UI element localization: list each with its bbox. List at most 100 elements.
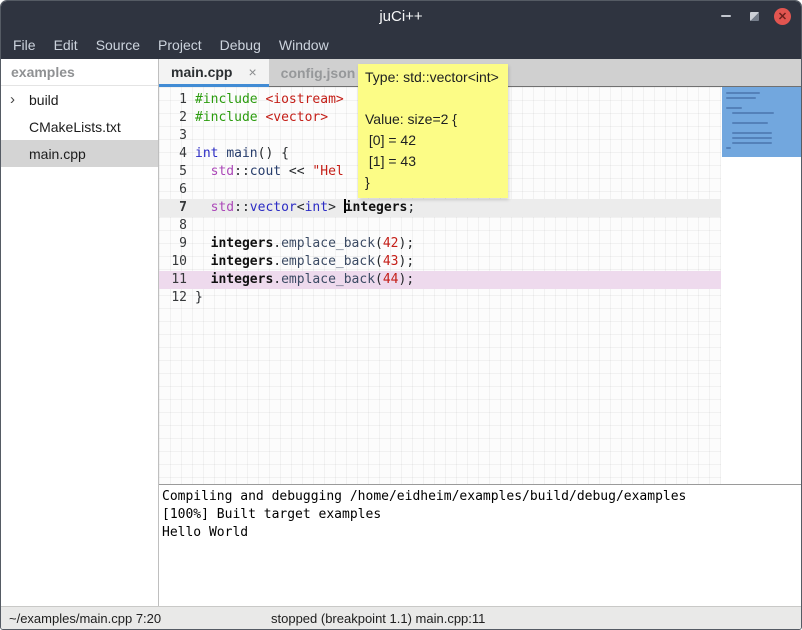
tab-label: config.json (281, 65, 356, 81)
file-tree-panel[interactable]: examples ›buildCMakeLists.txt main.cpp (1, 59, 158, 606)
project-name-header: examples (1, 59, 158, 86)
debug-value-tooltip: Type: std::vector<int> Value: size=2 { [… (358, 64, 508, 198)
tab-main-cpp[interactable]: main.cpp × (159, 59, 269, 87)
code-segment: < (297, 200, 305, 215)
code-segment: int (195, 146, 218, 161)
code-text: #include <iostream> (195, 91, 344, 109)
code-text: std::vector<int> integers; (195, 199, 415, 217)
code-segment: ( (375, 272, 383, 287)
close-icon[interactable]: ✕ (774, 8, 791, 25)
minimap-code-line (732, 137, 772, 139)
code-line-7[interactable]: 7 std::vector<int> integers; (159, 199, 721, 217)
menu-item-source[interactable]: Source (96, 37, 140, 53)
code-text: integers.emplace_back(42); (195, 235, 414, 253)
line-number[interactable]: 1 (159, 91, 187, 109)
code-segment: "Hel (312, 164, 343, 179)
code-segment: integers (211, 254, 274, 269)
console-output-line: [100%] Built target examples (162, 506, 802, 524)
sidebar-item-build[interactable]: ›build (1, 86, 158, 113)
code-text: std::cout << "Hel (195, 163, 344, 181)
menu-item-project[interactable]: Project (158, 37, 202, 53)
code-segment: } (195, 290, 203, 305)
debug-console[interactable]: Compiling and debugging /home/eidheim/ex… (159, 484, 802, 606)
line-number[interactable]: 11 (159, 271, 187, 289)
titlebar[interactable]: juCi++ ✕ (1, 1, 801, 31)
expander-icon[interactable]: › (1, 91, 29, 108)
minimize-icon[interactable] (717, 7, 735, 25)
window-title: juCi++ (379, 8, 422, 25)
line-number[interactable]: 3 (159, 127, 187, 145)
code-line-8[interactable]: 8 (159, 217, 721, 235)
code-segment: #include (195, 110, 258, 125)
line-number[interactable]: 5 (159, 163, 187, 181)
code-segment: ( (375, 254, 383, 269)
code-segment: ); (399, 254, 415, 269)
menu-item-debug[interactable]: Debug (220, 37, 261, 53)
sidebar-item-cmakelists-txt[interactable]: CMakeLists.txt (1, 113, 158, 140)
code-segment: <iostream> (265, 92, 343, 107)
menu-item-window[interactable]: Window (279, 37, 329, 53)
minimap-viewport[interactable] (722, 87, 802, 157)
minimap-code-line (726, 97, 756, 99)
code-segment: . (273, 254, 281, 269)
tooltip-line: } (365, 172, 500, 193)
code-segment: ( (375, 236, 383, 251)
code-segment: 44 (383, 272, 399, 287)
tooltip-line: Value: size=2 { (365, 109, 500, 130)
code-segment: emplace_back (281, 272, 375, 287)
code-segment (195, 236, 211, 251)
code-segment (195, 164, 211, 179)
tab-config-json[interactable]: config.json (269, 59, 368, 87)
menu-item-edit[interactable]: Edit (54, 37, 78, 53)
code-segment: ); (399, 272, 415, 287)
minimap-code-line (732, 122, 768, 124)
code-segment: ); (399, 236, 415, 251)
tooltip-line: Type: std::vector<int> (365, 67, 500, 88)
status-file-position: ~/examples/main.cpp 7:20 (9, 607, 161, 630)
code-text: } (195, 289, 203, 307)
code-segment: << (281, 164, 312, 179)
line-number[interactable]: 7 (159, 199, 187, 217)
code-line-12[interactable]: 12} (159, 289, 721, 307)
code-text: int main() { (195, 145, 289, 163)
line-number[interactable]: 9 (159, 235, 187, 253)
sidebar-item-main-cpp[interactable]: main.cpp (1, 140, 158, 167)
code-text: integers.emplace_back(44); (195, 271, 414, 289)
tree-item-label: main.cpp (29, 146, 86, 162)
code-segment: > (328, 200, 344, 215)
file-tree: ›buildCMakeLists.txt main.cpp (1, 86, 158, 167)
line-number[interactable]: 10 (159, 253, 187, 271)
minimap-code-line (726, 147, 731, 149)
tooltip-line: [1] = 43 (365, 151, 500, 172)
menu-bar: File Edit Source Project Debug Window (1, 31, 801, 59)
line-number[interactable]: 6 (159, 181, 187, 199)
code-line-10[interactable]: 10 integers.emplace_back(43); (159, 253, 721, 271)
code-segment: integers (211, 272, 274, 287)
line-number[interactable]: 8 (159, 217, 187, 235)
status-debug-state: stopped (breakpoint 1.1) main.cpp:11 (271, 607, 485, 630)
maximize-icon[interactable] (750, 12, 759, 21)
window-controls: ✕ (717, 1, 791, 31)
code-line-9[interactable]: 9 integers.emplace_back(42); (159, 235, 721, 253)
code-segment: () { (258, 146, 289, 161)
console-output-line: Compiling and debugging /home/eidheim/ex… (162, 488, 802, 506)
close-tab-icon[interactable]: × (248, 64, 256, 80)
code-line-11[interactable]: 11 integers.emplace_back(44); (159, 271, 721, 289)
code-segment: integers (211, 236, 274, 251)
minimap-column[interactable] (721, 87, 802, 484)
code-segment: :: (234, 200, 250, 215)
minimap-code-line (732, 142, 772, 144)
menu-item-file[interactable]: File (13, 37, 36, 53)
code-segment: int (305, 200, 328, 215)
code-segment: . (273, 272, 281, 287)
minimap-code-line (726, 107, 742, 109)
tooltip-line (365, 88, 500, 109)
line-number[interactable]: 2 (159, 109, 187, 127)
code-segment: ; (407, 200, 415, 215)
line-number[interactable]: 4 (159, 145, 187, 163)
code-segment: 42 (383, 236, 399, 251)
line-number[interactable]: 12 (159, 289, 187, 307)
code-segment: emplace_back (281, 236, 375, 251)
code-segment: #include (195, 92, 258, 107)
tab-label: main.cpp (171, 64, 232, 80)
